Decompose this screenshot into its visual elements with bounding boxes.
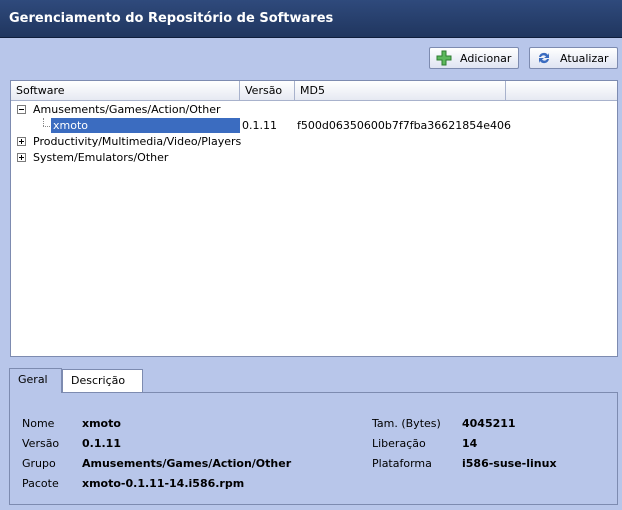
version-label: Versão xyxy=(22,437,60,450)
tree-row-group[interactable]: Amusements/Games/Action/Other xyxy=(11,102,617,118)
tree-row-group[interactable]: Productivity/Multimedia/Video/Players xyxy=(11,134,617,150)
title-bar: Gerenciamento do Repositório de Software… xyxy=(0,0,622,38)
group-label: Grupo xyxy=(22,457,56,470)
release-label: Liberação xyxy=(372,437,426,450)
release-value: 14 xyxy=(462,437,478,450)
platform-label: Plataforma xyxy=(372,457,432,470)
size-label: Tam. (Bytes) xyxy=(372,417,441,430)
group-label: Productivity/Multimedia/Video/Players xyxy=(33,135,242,148)
package-md5: f500d06350600b7f7fba36621854e406 xyxy=(297,119,512,132)
name-label: Nome xyxy=(22,417,55,430)
group-label: System/Emulators/Other xyxy=(33,151,169,164)
add-button-label: Adicionar xyxy=(460,51,512,65)
column-version[interactable]: Versão xyxy=(240,81,295,101)
refresh-icon xyxy=(536,50,552,66)
window-title: Gerenciamento do Repositório de Software… xyxy=(9,11,334,26)
size-value: 4045211 xyxy=(462,417,516,430)
tree-row-package[interactable]: xmoto 0.1.11 f500d06350600b7f7fba3662185… xyxy=(11,118,617,134)
details-panel: Nome xmoto Versão 0.1.11 Grupo Amusement… xyxy=(9,392,618,505)
column-md5[interactable]: MD5 xyxy=(295,81,506,101)
expand-icon[interactable] xyxy=(17,137,26,146)
software-tree[interactable]: Software Versão MD5 Amusements/Games/Act… xyxy=(10,80,618,357)
tab-geral[interactable]: Geral xyxy=(9,368,62,393)
tree-line xyxy=(43,118,44,126)
plus-icon xyxy=(436,50,452,66)
collapse-icon[interactable] xyxy=(17,105,26,114)
update-button[interactable]: Atualizar xyxy=(529,47,618,69)
package-name: xmoto xyxy=(51,118,240,133)
version-value: 0.1.11 xyxy=(82,437,121,450)
add-button[interactable]: Adicionar xyxy=(429,47,519,69)
column-software[interactable]: Software xyxy=(11,81,240,101)
package-value: xmoto-0.1.11-14.i586.rpm xyxy=(82,477,245,490)
name-value: xmoto xyxy=(82,417,121,430)
tree-row-group[interactable]: System/Emulators/Other xyxy=(11,150,617,166)
package-label: Pacote xyxy=(22,477,59,490)
tab-descricao[interactable]: Descrição xyxy=(62,369,143,393)
group-value: Amusements/Games/Action/Other xyxy=(82,457,292,470)
table-header: Software Versão MD5 xyxy=(11,81,617,101)
update-button-label: Atualizar xyxy=(560,51,609,65)
group-label: Amusements/Games/Action/Other xyxy=(33,103,221,116)
package-version: 0.1.11 xyxy=(242,119,277,132)
expand-icon[interactable] xyxy=(17,153,26,162)
platform-value: i586-suse-linux xyxy=(462,457,557,470)
